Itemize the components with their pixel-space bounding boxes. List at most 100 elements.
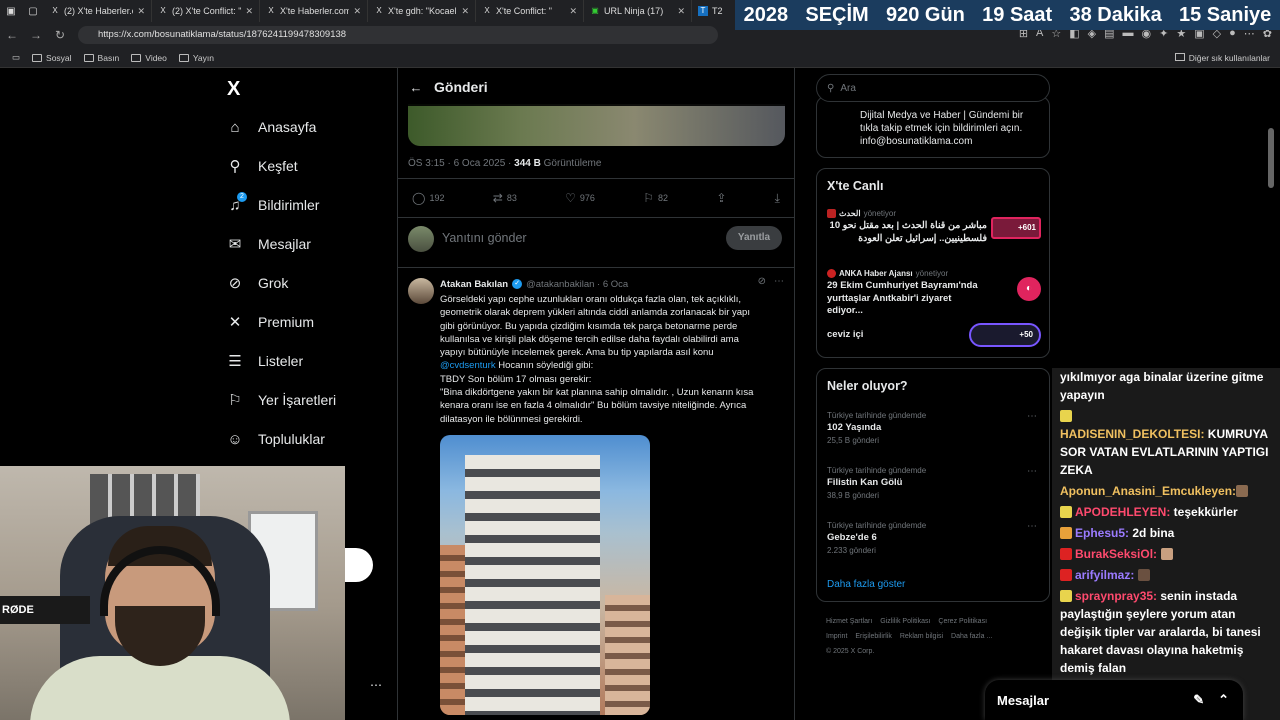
chat-message: yıkılmıyor aga binalar üzerine gitme yap…: [1052, 368, 1280, 404]
grok-icon[interactable]: ⊘: [758, 276, 766, 287]
nav-item-lists[interactable]: ☰ Listeler: [226, 352, 303, 370]
url-field[interactable]: https://x.com/bosunatiklama/status/18762…: [78, 26, 718, 44]
browser-tab[interactable]: X (2) X'te Conflict: " ✕: [152, 0, 260, 22]
heart-icon: ♡: [565, 191, 576, 205]
bookmark-label: Yayın: [192, 52, 214, 63]
search-icon: ⚲: [827, 82, 835, 94]
scrollbar[interactable]: [1268, 128, 1274, 188]
tweet-image[interactable]: [440, 435, 650, 715]
trend-item[interactable]: Türkiye tarihinde gündemde Filistin Kan …: [827, 466, 1041, 500]
more-dots-icon[interactable]: ⋯: [370, 678, 382, 692]
footer-link[interactable]: Çerez Politikası: [938, 618, 987, 625]
author-name[interactable]: Atakan Bakılan: [440, 279, 508, 290]
footer-link[interactable]: Gizlilik Politikası: [880, 618, 930, 625]
nav-label: Topluluklar: [258, 431, 325, 447]
badge-icon: [1060, 506, 1072, 518]
promo-text: Dijital Medya ve Haber | Gündemi bir tık…: [860, 110, 1024, 147]
new-message-icon[interactable]: ✎: [1193, 692, 1204, 708]
author-handle[interactable]: @atakanbakilan · 6 Oca: [526, 279, 628, 290]
bookmark-folder[interactable]: Basın: [83, 52, 120, 63]
footer-link[interactable]: Erişilebilirlik: [855, 633, 892, 640]
election-countdown: 2028 SEÇİM 920 Gün 19 Saat 38 Dakika 15 …: [735, 0, 1280, 30]
x-logo[interactable]: X: [227, 78, 240, 101]
messages-dock[interactable]: Mesajlar ✎ ⌃: [985, 680, 1243, 720]
folder-icon: [131, 53, 142, 62]
live-item[interactable]: الحدث yönetiyor مباشر من قناة الحدث | بعد…: [827, 209, 1041, 245]
mention-link[interactable]: @cvdsenturk: [440, 360, 496, 371]
reply-action[interactable]: ◯ 192: [412, 191, 444, 205]
nav-item-messages[interactable]: ✉ Mesajlar: [226, 235, 311, 253]
bookmark-folder[interactable]: Yayın: [178, 52, 214, 63]
post-image[interactable]: [408, 104, 785, 146]
bookmark-folder[interactable]: Sosyal: [32, 53, 72, 63]
trend-item[interactable]: Türkiye tarihinde gündemde Gebze'de 6 2.…: [827, 521, 1041, 555]
chat-username: HADISENIN_DEKOLTESI:: [1060, 427, 1205, 441]
more-dots-icon[interactable]: ⋯: [1027, 466, 1037, 477]
footer-link[interactable]: Imprint: [826, 633, 847, 640]
nav-label: Premium: [258, 314, 315, 330]
download-icon: ⤓: [774, 190, 780, 205]
show-more-link[interactable]: Daha fazla göster: [827, 579, 905, 590]
trend-item[interactable]: Türkiye tarihinde gündemde 102 Yaşında 2…: [827, 411, 1041, 445]
footer-link[interactable]: Hizmet Şartları: [826, 618, 872, 625]
workspaces-icon[interactable]: ▣: [0, 6, 22, 17]
back-icon[interactable]: ←: [0, 28, 24, 42]
messages-dock-label: Mesajlar: [997, 692, 1050, 708]
people-icon: ☺: [227, 430, 243, 448]
nav-item-grok[interactable]: ⊘ Grok: [226, 274, 289, 292]
close-icon[interactable]: ✕: [569, 6, 577, 17]
list-icon: ☰: [228, 353, 242, 370]
building-graphic: [440, 545, 465, 715]
tab-label: X'te Conflict: ": [496, 6, 552, 16]
search-input[interactable]: ⚲ Ara: [816, 74, 1050, 102]
close-icon[interactable]: ✕: [353, 6, 361, 17]
nav-item-notifications[interactable]: ♫ 2 Bildirimler: [226, 192, 319, 214]
like-action[interactable]: ♡ 976: [565, 191, 595, 205]
bookmarks-toggle[interactable]: ▭: [12, 52, 20, 63]
reply-button[interactable]: Yanıtla: [726, 226, 782, 250]
avatar[interactable]: [408, 278, 434, 304]
close-icon[interactable]: ✕: [137, 6, 145, 17]
browser-tab[interactable]: X X'te Conflict: " ✕: [476, 0, 584, 22]
nav-item-communities[interactable]: ☺ Topluluklar: [226, 430, 325, 448]
browser-tab[interactable]: ▣ URL Ninja (17) ✕: [584, 0, 692, 22]
download-action[interactable]: ⤓: [775, 191, 780, 206]
chat-message: APODEHLEYEN: teşekkürler: [1052, 503, 1280, 521]
close-icon[interactable]: ✕: [677, 6, 685, 17]
tab-actions-icon[interactable]: ▢: [22, 6, 44, 17]
post-time[interactable]: ÖS 3:15 · 6 Oca 2025 ·: [408, 158, 511, 169]
avatar[interactable]: [408, 226, 434, 252]
close-icon[interactable]: ✕: [245, 6, 253, 17]
bookmark-folder[interactable]: Video: [131, 53, 167, 63]
browser-tab[interactable]: X X'te gdh: "Kocaeli ✕: [368, 0, 476, 22]
nav-item-explore[interactable]: ⚲ Keşfet: [226, 157, 298, 175]
back-arrow-icon[interactable]: ←: [398, 80, 434, 95]
countdown-minutes: 38 Dakika: [1069, 3, 1162, 26]
live-item[interactable]: ceviz içi +50: [827, 323, 1041, 347]
repost-action[interactable]: ⇄ 83: [493, 191, 517, 205]
nav-item-bookmarks[interactable]: ⚐ Yer İşaretleri: [226, 391, 336, 409]
bookmark-label: Basın: [97, 52, 120, 63]
nav-item-home[interactable]: ⌂ Anasayfa: [226, 118, 316, 136]
nav-item-premium[interactable]: ✕ Premium: [226, 313, 314, 331]
share-action[interactable]: ⇪: [716, 191, 726, 205]
bookmark-action[interactable]: ⚐ 82: [643, 191, 668, 205]
chevron-up-icon[interactable]: ⌃: [1218, 692, 1229, 708]
more-dots-icon[interactable]: ⋯: [774, 276, 784, 287]
verified-badge-icon: ✓: [512, 279, 523, 289]
toggle-pill[interactable]: [345, 548, 373, 582]
browser-tab[interactable]: X X'te Haberler.com: ✕: [260, 0, 368, 22]
badge-icon: [1060, 410, 1072, 422]
forward-icon[interactable]: →: [24, 28, 48, 42]
more-dots-icon[interactable]: ⋯: [1027, 411, 1037, 422]
reply-input[interactable]: Yanıtını gönder: [442, 231, 527, 245]
browser-tab[interactable]: X (2) X'te Haberler.co ✕: [44, 0, 152, 22]
more-dots-icon[interactable]: ⋯: [1027, 521, 1037, 532]
footer-link[interactable]: Daha fazla ...: [951, 633, 992, 640]
live-title: X'te Canlı: [827, 179, 884, 193]
close-icon[interactable]: ✕: [461, 6, 469, 17]
reload-icon[interactable]: ↻: [48, 28, 72, 42]
other-bookmarks[interactable]: Diğer sık kullanılanlar: [1174, 53, 1270, 63]
live-item[interactable]: ANKA Haber Ajansı yönetiyor 29 Ekim Cumhu…: [827, 269, 1041, 318]
footer-link[interactable]: Reklam bilgisi: [900, 633, 943, 640]
